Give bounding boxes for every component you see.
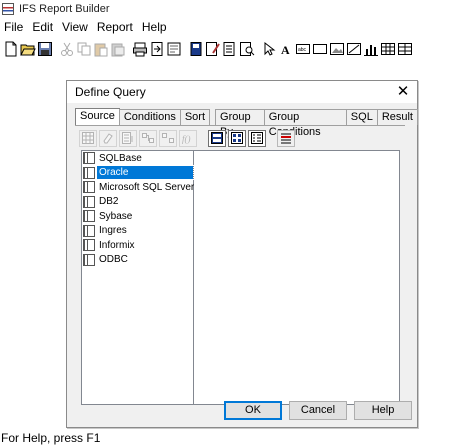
function-icon[interactable]: f() <box>179 129 197 147</box>
svg-text:abc: abc <box>298 47 307 53</box>
source-item-odbc[interactable]: ODBC <box>82 253 193 268</box>
source-label: ODBC <box>99 254 128 266</box>
source-label: Microsoft SQL Server <box>99 181 195 193</box>
source-label: DB2 <box>99 196 119 208</box>
query-icon[interactable] <box>188 41 204 57</box>
pointer-icon[interactable] <box>261 41 277 57</box>
query-tabs: Source Conditions Sort Group By Group Co… <box>75 108 418 138</box>
menu-report[interactable]: Report <box>95 20 140 34</box>
table-grid-icon[interactable] <box>79 129 97 147</box>
source-item-oracle[interactable]: Oracle <box>82 165 194 181</box>
tab-sort[interactable]: Sort <box>179 109 211 125</box>
line-tool-icon[interactable] <box>346 41 362 57</box>
cut-icon[interactable] <box>59 41 75 57</box>
define-query-dialog: Define Query ✕ Source Conditions Sort Gr… <box>66 80 418 428</box>
list-view-icon[interactable] <box>248 129 266 147</box>
tab-conditions[interactable]: Conditions <box>118 109 181 125</box>
zoom-icon[interactable] <box>239 41 255 57</box>
print-icon[interactable] <box>132 41 148 57</box>
small-icons-view-icon[interactable] <box>228 129 246 147</box>
help-button[interactable]: Help <box>354 401 412 420</box>
eraser-icon[interactable] <box>99 129 117 147</box>
title-bar: IFS Report Builder <box>0 0 474 18</box>
ok-button[interactable]: OK <box>224 401 282 420</box>
new-file-icon[interactable] <box>3 41 19 57</box>
source-label: SQLBase <box>99 152 142 164</box>
paste-icon[interactable] <box>93 41 109 57</box>
dialog-title: Define Query <box>75 85 146 99</box>
field-tool-icon[interactable]: abc <box>295 41 311 57</box>
save-icon[interactable] <box>37 41 53 57</box>
menu-help[interactable]: Help <box>140 20 174 34</box>
tab-divider <box>75 125 405 126</box>
app-title: IFS Report Builder <box>19 3 110 15</box>
preview-icon[interactable] <box>166 41 182 57</box>
chart-tool-icon[interactable] <box>363 41 379 57</box>
source-item-mssql[interactable]: Microsoft SQL Server <box>82 180 195 195</box>
source-item-ingres[interactable]: Ingres <box>82 224 193 239</box>
tab-result[interactable]: Result <box>376 109 418 125</box>
large-icons-view-icon[interactable] <box>208 129 226 147</box>
query-toolbar: f() <box>79 129 297 147</box>
database-icon <box>83 181 95 194</box>
paste-special-icon[interactable] <box>110 41 126 57</box>
menu-bar: File Edit View Report Help <box>0 18 474 36</box>
svg-text:A: A <box>281 43 290 57</box>
menu-view[interactable]: View <box>60 20 95 34</box>
tab-group-by[interactable]: Group By <box>215 109 265 138</box>
database-icon <box>83 224 95 237</box>
source-label: Oracle <box>96 165 194 181</box>
svg-text:f(): f() <box>182 134 191 144</box>
main-toolbar: A abc <box>0 37 474 61</box>
source-label: Ingres <box>99 225 127 237</box>
picture-tool-icon[interactable] <box>329 41 345 57</box>
status-bar: For Help, press F1 <box>1 431 101 445</box>
source-label: Informix <box>99 239 135 251</box>
database-icon <box>83 195 95 208</box>
box-tool-icon[interactable] <box>312 41 328 57</box>
tables-pane[interactable] <box>194 150 400 405</box>
database-icon <box>83 166 95 179</box>
source-label: Sybase <box>99 210 133 222</box>
import-icon[interactable] <box>149 41 165 57</box>
copy-icon[interactable] <box>76 41 92 57</box>
text-tool-icon[interactable]: A <box>278 41 294 57</box>
details-view-icon[interactable] <box>277 129 295 147</box>
source-item-informix[interactable]: Informix <box>82 238 193 253</box>
table-tool-icon[interactable] <box>397 41 413 57</box>
source-list: SQLBase Oracle Microsoft SQL Server DB2 … <box>81 150 194 405</box>
app-window: IFS Report Builder File Edit View Report… <box>0 0 474 445</box>
source-item-sybase[interactable]: Sybase <box>82 209 193 224</box>
menu-edit[interactable]: Edit <box>30 20 60 34</box>
database-icon <box>83 253 95 266</box>
app-icon <box>2 3 14 15</box>
cancel-button[interactable]: Cancel <box>289 401 347 420</box>
format-icon[interactable] <box>205 41 221 57</box>
open-folder-icon[interactable] <box>20 41 36 57</box>
report-icon[interactable] <box>222 41 238 57</box>
relation-icon[interactable] <box>159 129 177 147</box>
join-icon[interactable] <box>139 129 157 147</box>
database-icon <box>83 239 95 252</box>
crosstab-tool-icon[interactable] <box>380 41 396 57</box>
source-item-sqlbase[interactable]: SQLBase <box>82 151 193 166</box>
menu-file[interactable]: File <box>2 20 30 34</box>
tab-group-conditions[interactable]: Group Conditions <box>263 109 347 138</box>
source-item-db2[interactable]: DB2 <box>82 195 193 210</box>
dialog-title-bar: Define Query ✕ <box>67 81 417 103</box>
tab-source[interactable]: Source <box>75 108 120 126</box>
tab-sql[interactable]: SQL <box>345 109 378 125</box>
close-icon[interactable]: ✕ <box>395 83 411 101</box>
database-icon <box>83 210 95 223</box>
list-icon[interactable] <box>119 129 137 147</box>
database-icon <box>83 152 95 165</box>
